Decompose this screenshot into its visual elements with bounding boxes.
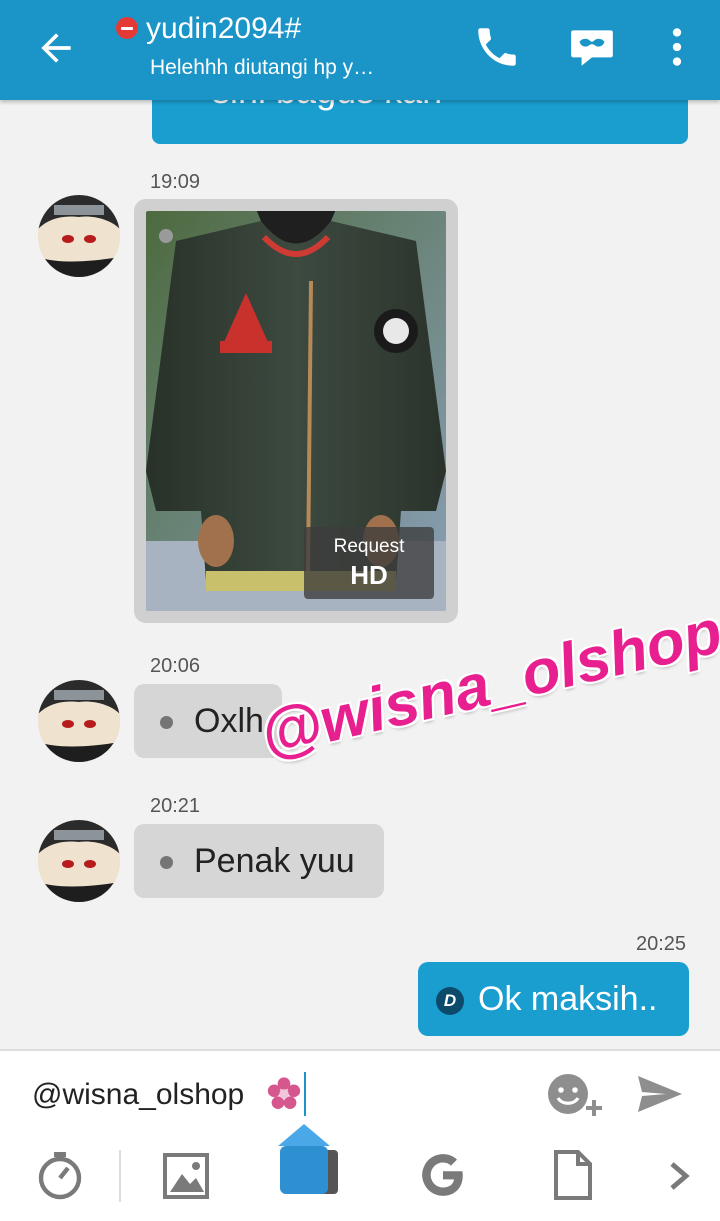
- flower-emoji-icon: [267, 1077, 301, 1110]
- chevron-right-icon[interactable]: [666, 1160, 692, 1192]
- sent-message-bubble[interactable]: D Ok maksih..: [418, 962, 689, 1036]
- contact-status[interactable]: Helehhh diutangi hp y…: [150, 56, 374, 80]
- received-message-bubble[interactable]: Penak yuu: [134, 824, 384, 898]
- delivery-dot-icon: [160, 716, 173, 729]
- message-timestamp: 20:21: [150, 795, 201, 817]
- delivery-dot-icon: [160, 856, 173, 869]
- toolbar-divider: [119, 1150, 121, 1202]
- message-text: Oxlh: [194, 702, 264, 740]
- hd-label: HD: [350, 560, 388, 590]
- app-bar: yudin2094# Helehhh diutangi hp y…: [0, 0, 720, 100]
- message-text: Ok maksih..: [478, 980, 658, 1018]
- timer-icon[interactable]: [36, 1150, 84, 1200]
- message-timestamp: 19:09: [150, 171, 201, 193]
- contact-avatar[interactable]: [38, 195, 120, 277]
- message-text: Penak yuu: [194, 842, 355, 880]
- contact-avatar[interactable]: [38, 680, 120, 762]
- image-icon[interactable]: [162, 1152, 210, 1200]
- status-blocked-icon: [116, 17, 138, 39]
- request-hd-button[interactable]: Request HD: [304, 527, 434, 599]
- more-vert-icon[interactable]: [652, 22, 702, 72]
- phone-icon[interactable]: [472, 22, 522, 72]
- contact-avatar[interactable]: [38, 820, 120, 902]
- text-cursor: [304, 1072, 306, 1116]
- composer-bar: [0, 1049, 720, 1221]
- send-icon[interactable]: [636, 1074, 684, 1114]
- message-input[interactable]: @wisna_olshop: [32, 1078, 244, 1112]
- emoji-add-icon[interactable]: [546, 1072, 606, 1118]
- back-arrow-icon[interactable]: [34, 26, 78, 70]
- sticker-icon[interactable]: [276, 1122, 342, 1198]
- file-icon[interactable]: [552, 1150, 592, 1200]
- delivered-status-icon: D: [436, 987, 464, 1015]
- screen-share-icon[interactable]: [567, 22, 617, 72]
- contact-name[interactable]: yudin2094#: [146, 12, 301, 46]
- request-label: Request: [333, 536, 405, 557]
- google-icon[interactable]: [418, 1150, 468, 1200]
- message-timestamp: 20:06: [150, 655, 201, 677]
- message-timestamp: 20:25: [636, 933, 687, 955]
